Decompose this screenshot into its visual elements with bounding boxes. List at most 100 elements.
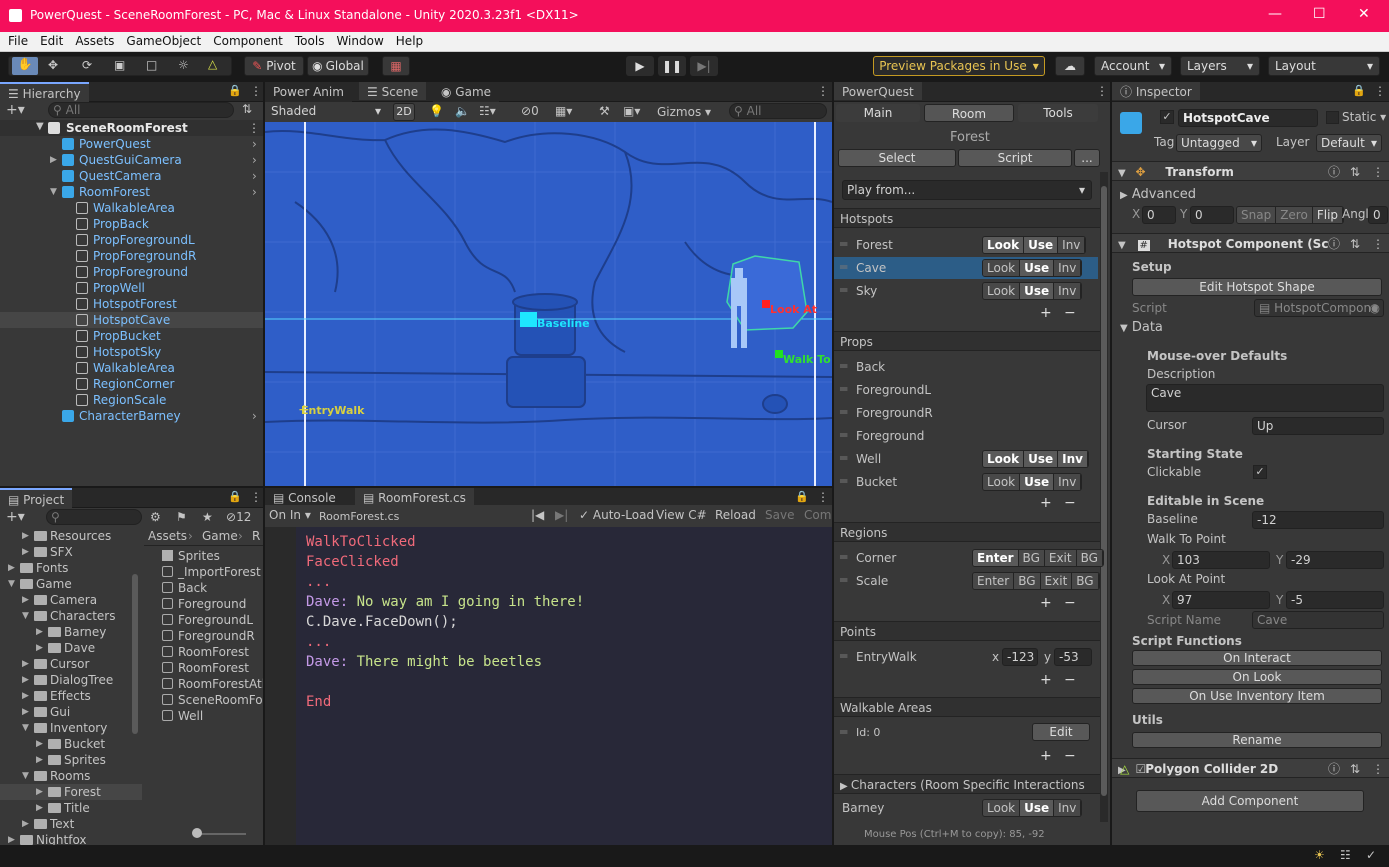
- hierarchy-item[interactable]: ▶ QuestGuiCamera ›: [0, 152, 263, 168]
- pq-verb-enter-button[interactable]: Enter: [973, 550, 1019, 566]
- polygon-collider-header[interactable]: ▶ ☑ △ Polygon Collider 2D ⓘ ⇅ ⋮: [1112, 758, 1389, 778]
- filter-icon[interactable]: ⇅: [242, 102, 252, 116]
- hierarchy-item[interactable]: PropBack: [0, 216, 263, 232]
- hierarchy-item[interactable]: HotspotForest: [0, 296, 263, 312]
- pq-verb-exit-button[interactable]: Exit: [1040, 573, 1073, 589]
- expand-arrow-icon[interactable]: ▶: [50, 152, 57, 168]
- pq-verb-look-button[interactable]: Look: [983, 283, 1021, 299]
- pq-verb-look-button[interactable]: Look: [983, 237, 1025, 253]
- expand-arrow-icon[interactable]: ▶: [8, 560, 15, 576]
- remove-item-icon[interactable]: −: [1064, 672, 1076, 688]
- layer-dropdown[interactable]: Default ▾: [1316, 134, 1382, 152]
- expand-arrow-icon[interactable]: ▼: [50, 184, 57, 200]
- tree-scrollbar[interactable]: [132, 574, 138, 734]
- pq-tab-tools[interactable]: Tools: [1018, 104, 1098, 122]
- lookat-x-field[interactable]: 97: [1172, 591, 1270, 609]
- drag-handle-icon[interactable]: ═: [840, 382, 847, 396]
- breadcrumb-assets[interactable]: Assets: [148, 529, 187, 543]
- view-cs-button[interactable]: View C#: [656, 508, 707, 522]
- pq-walkable-item[interactable]: ═ Id: 0 Edit: [834, 722, 1098, 744]
- pq-list-item[interactable]: ═ Corner Enter BG Exit BG: [834, 547, 1104, 569]
- pq-list-item[interactable]: ═ Cave Look Use Inv: [834, 257, 1098, 279]
- menu-gameobject[interactable]: GameObject: [120, 32, 207, 51]
- autoload-checkbox[interactable]: ✓ Auto-Load: [579, 508, 654, 522]
- kebab-menu-icon[interactable]: ⋮: [248, 121, 260, 135]
- data-foldout[interactable]: ▼ Data: [1120, 320, 1163, 335]
- expand-arrow-icon[interactable]: ▶: [36, 624, 43, 640]
- effects-icon[interactable]: ☷▾: [479, 104, 496, 118]
- label-icon[interactable]: ⚑: [176, 510, 187, 524]
- pq-verb-inv-button[interactable]: Inv: [1054, 474, 1082, 490]
- on-interact-button[interactable]: On Interact: [1132, 650, 1382, 666]
- chevron-right-icon[interactable]: ›: [252, 168, 257, 184]
- 2d-toggle[interactable]: 2D: [393, 103, 415, 121]
- project-folder-item[interactable]: ▶ Forest: [0, 784, 142, 800]
- expand-arrow-icon[interactable]: ▶: [36, 640, 43, 656]
- project-folder-item[interactable]: ▼ Inventory: [0, 720, 142, 736]
- pause-button[interactable]: ❚❚: [658, 56, 686, 76]
- project-file-item[interactable]: Sprites: [144, 548, 263, 564]
- global-button[interactable]: ◉ Global: [307, 56, 369, 76]
- hierarchy-item[interactable]: HotspotSky: [0, 344, 263, 360]
- breadcrumb-rooms[interactable]: R: [252, 529, 260, 543]
- audio-icon[interactable]: 🔈: [455, 104, 470, 118]
- hierarchy-item[interactable]: PowerQuest ›: [0, 136, 263, 152]
- add-item-icon[interactable]: +: [1040, 305, 1052, 321]
- pq-verb-inv-button[interactable]: Inv: [1058, 237, 1086, 253]
- drag-handle-icon[interactable]: ═: [840, 725, 847, 739]
- chevron-right-icon[interactable]: ›: [252, 152, 257, 168]
- project-file-item[interactable]: RoomForest: [144, 660, 263, 676]
- edit-hotspot-shape-button[interactable]: Edit Hotspot Shape: [1132, 278, 1382, 296]
- project-folder-item[interactable]: ▶ Resources: [0, 528, 142, 544]
- hierarchy-item[interactable]: PropForeground: [0, 264, 263, 280]
- remove-item-icon[interactable]: −: [1064, 595, 1076, 611]
- tab-powerquest[interactable]: PowerQuest: [834, 82, 922, 100]
- transform-tool-icon[interactable]: ☼: [178, 58, 189, 72]
- scene-search-input[interactable]: ⚲ All: [729, 103, 827, 119]
- hierarchy-item[interactable]: PropBucket: [0, 328, 263, 344]
- pq-verb-bg-button[interactable]: BG: [1014, 573, 1041, 589]
- maximize-icon[interactable]: ☐: [1313, 6, 1326, 22]
- drag-handle-icon[interactable]: ═: [840, 550, 847, 564]
- project-folder-item[interactable]: ▼ Characters: [0, 608, 142, 624]
- angle-field[interactable]: 0: [1368, 206, 1388, 224]
- pq-scrollbar-thumb[interactable]: [1101, 186, 1107, 796]
- kebab-menu-icon[interactable]: ⋮: [817, 490, 829, 504]
- project-search-input[interactable]: ⚲: [46, 509, 142, 525]
- layout-dropdown[interactable]: Layout ▾: [1268, 56, 1380, 76]
- custom-tool-icon[interactable]: △: [208, 57, 217, 71]
- pq-point-item[interactable]: ═ EntryWalk x -123 y -53: [834, 646, 1098, 668]
- pq-list-item[interactable]: ═ Bucket Look Use Inv: [834, 471, 1098, 493]
- snap-button[interactable]: Snap: [1237, 207, 1277, 223]
- expand-arrow-icon[interactable]: ▼: [36, 121, 44, 132]
- pos-x-field[interactable]: 0: [1142, 206, 1176, 224]
- hierarchy-item[interactable]: ▼ RoomForest ›: [0, 184, 263, 200]
- layers-dropdown[interactable]: Layers ▾: [1180, 56, 1260, 76]
- tab-roomforest-cs[interactable]: ▤ RoomForest.cs: [355, 488, 474, 506]
- on-input-dropdown[interactable]: On In ▾: [269, 508, 311, 522]
- target-icon[interactable]: ◉: [1370, 300, 1380, 316]
- hierarchy-item[interactable]: PropForegroundL: [0, 232, 263, 248]
- scale-tool-icon[interactable]: ▣: [114, 58, 125, 72]
- preset-icon[interactable]: ⇅: [1350, 162, 1360, 182]
- help-icon[interactable]: ⓘ: [1328, 162, 1340, 182]
- lock-icon[interactable]: 🔒: [228, 490, 242, 503]
- preset-icon[interactable]: ⇅: [1350, 759, 1360, 779]
- point-x-field[interactable]: -123: [1002, 648, 1038, 666]
- project-folder-item[interactable]: ▶ Barney: [0, 624, 142, 640]
- expand-arrow-icon[interactable]: ▼: [8, 576, 15, 592]
- drag-handle-icon[interactable]: ═: [840, 405, 847, 419]
- pq-verb-exit-button[interactable]: Exit: [1044, 550, 1077, 566]
- project-folder-item[interactable]: ▶ Fonts: [0, 560, 142, 576]
- project-file-item[interactable]: Foreground: [144, 596, 263, 612]
- cloud-button[interactable]: ☁: [1055, 56, 1085, 76]
- layers-status-icon[interactable]: ☷: [1340, 848, 1351, 862]
- kebab-menu-icon[interactable]: ⋮: [1374, 84, 1386, 98]
- drag-handle-icon[interactable]: ═: [840, 649, 847, 663]
- drag-handle-icon[interactable]: ═: [840, 237, 847, 251]
- drag-handle-icon[interactable]: ═: [840, 451, 847, 465]
- favorite-icon[interactable]: ★: [202, 510, 213, 524]
- remove-item-icon[interactable]: −: [1064, 495, 1076, 511]
- expand-arrow-icon[interactable]: ▶: [22, 672, 29, 688]
- debug-icon[interactable]: ☀: [1314, 848, 1325, 862]
